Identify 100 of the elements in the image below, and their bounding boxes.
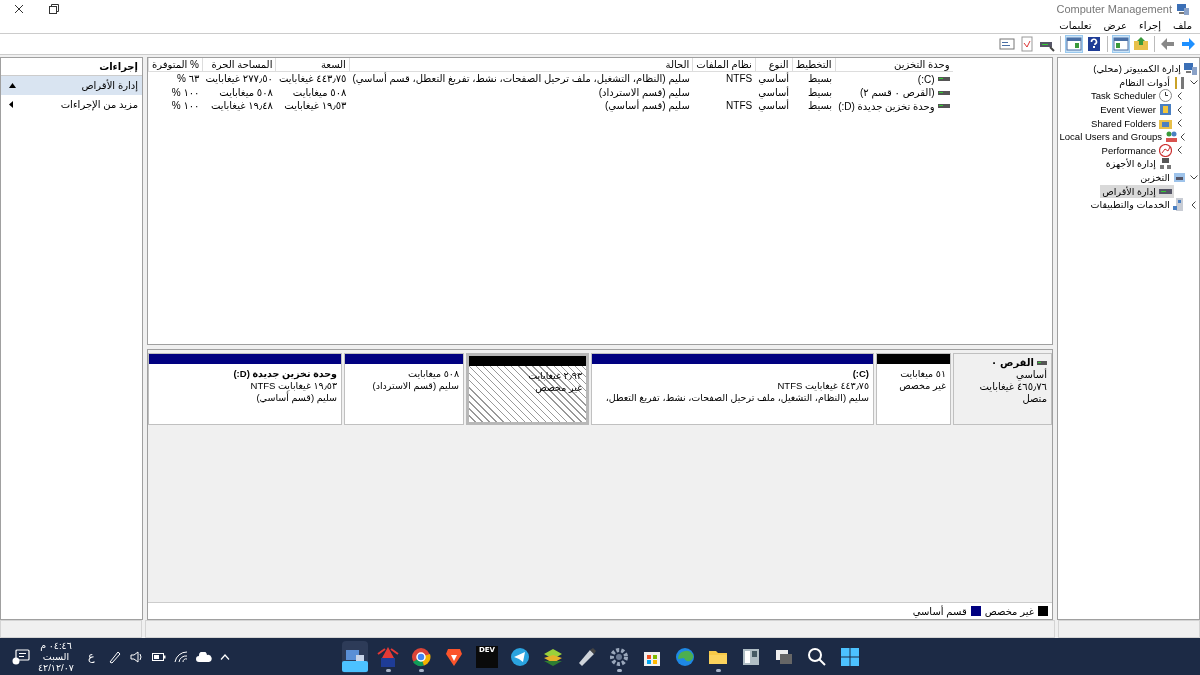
partition-block[interactable]: ٥٠٨ ميغابايت سليم (قسم الاسترداد) — [344, 353, 464, 425]
volume-icon[interactable] — [130, 649, 145, 664]
partition-detail: ٤٤٣٫٧٥ غيغابايت NTFS — [776, 380, 869, 392]
collapsed-chevron-icon[interactable] — [1177, 119, 1182, 128]
column-header[interactable]: التخطيط — [792, 58, 836, 72]
toolbar-forward-button[interactable] — [1179, 35, 1197, 53]
table-cell: ١٩٫٤٨ غيغابايت — [210, 99, 273, 113]
tree-item[interactable]: Task Scheduler — [1089, 89, 1174, 103]
action-link[interactable]: مزيد من الإجراءات — [1, 95, 142, 114]
collapsed-chevron-icon[interactable] — [1180, 132, 1185, 141]
column-header[interactable]: وحدة التخزين — [835, 58, 953, 72]
tree-item[interactable]: Shared Folders — [1089, 116, 1174, 130]
table-cell: ٥٠٨ ميغابايت — [292, 85, 347, 99]
tree-item[interactable]: الخدمات والتطبيقات — [1088, 198, 1188, 212]
partition-block[interactable]: وحدة تخزين جديدة (D:) ١٩٫٥٣ غيغابايت NTFS سليم (قسم أساسي) — [148, 353, 342, 425]
disk-status: متصل — [1021, 393, 1047, 405]
partition-detail: ١٩٫٥٣ غيغابايت NTFS — [249, 380, 337, 392]
clock[interactable]: ٠٤:٤٦ م السبت ٤٢/١٢/٠٧ — [38, 640, 74, 673]
clock-icon — [1159, 89, 1172, 103]
table-cell: (القرص ٠ قسم ٢) — [859, 86, 935, 99]
wifi-icon[interactable] — [174, 650, 189, 663]
app-icon — [410, 645, 432, 668]
table-cell: ١٠٠ % — [171, 85, 200, 99]
partition-detail: غير مخصص — [534, 382, 582, 394]
actions-section-header[interactable]: إدارة الأقراص — [1, 76, 142, 95]
partition-title: (C:) — [851, 368, 869, 380]
action-label: إدارة الأقراص — [81, 80, 138, 91]
app-icon — [674, 645, 696, 668]
table-cell: أساسي — [758, 85, 790, 99]
expand-caret-icon — [9, 101, 13, 108]
collapsed-chevron-icon[interactable] — [1177, 92, 1182, 100]
tree-item[interactable]: إدارة الأقراص — [1100, 184, 1174, 198]
collapsed-chevron-icon[interactable] — [1177, 105, 1182, 114]
taskbar-computer-management-button[interactable] — [342, 640, 368, 673]
expanded-chevron-icon[interactable] — [1189, 79, 1198, 85]
cloud-icon[interactable] — [196, 651, 213, 662]
menu-item[interactable]: تعليمات — [1059, 19, 1092, 31]
partition-detail: سليم (النظام، التشغيل، ملف ترحيل الصفحات، نشط، تفريغ التعطل، — [604, 392, 869, 404]
computer-management-icon — [1176, 1, 1190, 16]
column-header[interactable]: النوع — [755, 58, 793, 72]
table-cell: سليم (قسم الاسترداد) — [598, 85, 690, 99]
toolbar-help-button[interactable] — [1085, 35, 1103, 53]
partition-detail: غير مخصص — [898, 380, 946, 392]
toolbar-properties-button[interactable] — [998, 35, 1016, 53]
table-cell: سليم (قسم أساسي) — [604, 99, 690, 113]
battery-icon[interactable] — [152, 651, 167, 662]
collapsed-chevron-icon[interactable] — [1177, 146, 1182, 155]
table-cell: ٢٧٧٫٥٠ غيغابايت — [205, 72, 273, 86]
tree-item[interactable]: Local Users and Groups — [1058, 130, 1180, 144]
tree-item[interactable]: Performance — [1099, 143, 1174, 157]
partition-block[interactable]: ٢٫٩٣ غيغابايت غير مخصص — [466, 353, 589, 425]
close-icon[interactable] — [14, 3, 24, 14]
tree-item[interactable]: إدارة الأجهزة — [1103, 157, 1174, 171]
chevron-up-icon[interactable] — [220, 653, 231, 660]
perf-icon — [1159, 143, 1172, 157]
toolbar-action-pane-button[interactable] — [1065, 35, 1083, 53]
volume-icon — [937, 89, 950, 96]
tools-icon — [1173, 75, 1186, 89]
tree-item[interactable]: Event Viewer — [1098, 103, 1174, 117]
input-language-button[interactable]: ع — [87, 650, 95, 663]
tree-item[interactable]: التخزين — [1138, 171, 1188, 185]
app-icon — [806, 645, 828, 668]
table-cell: سليم (النظام، التشغيل، ملف ترحيل الصفحات، نشط، تفريغ التعطل، قسم أساسي) — [352, 72, 690, 86]
column-header[interactable]: نظام الملفات — [692, 58, 756, 72]
table-cell: بسيط — [807, 85, 833, 99]
volume-icon — [937, 76, 950, 82]
disk-type: أساسي — [1016, 369, 1047, 381]
menu-item[interactable]: إجراء — [1139, 19, 1161, 31]
partition-detail: سليم (قسم أساسي) — [255, 392, 337, 404]
table-cell: ٥٠٨ ميغابايت — [219, 85, 273, 99]
column-header[interactable]: المساحة الحرة — [202, 58, 276, 72]
notification-icon[interactable] — [12, 648, 30, 665]
column-header[interactable]: % المتوفرة — [148, 58, 203, 72]
pen-icon[interactable] — [108, 649, 123, 664]
toolbar-document-button[interactable] — [1018, 35, 1036, 53]
computer-icon — [1184, 62, 1197, 76]
table-cell: NTFS — [726, 72, 753, 86]
tree-item[interactable]: إدارة الكمبيوتر (محلي) — [1091, 62, 1199, 76]
partition-block[interactable]: ٥١ ميغابايت غير مخصص — [876, 353, 951, 425]
column-header[interactable]: الحالة — [349, 58, 693, 72]
tree-item[interactable]: أدوات النظام — [1117, 75, 1188, 89]
toolbar-tree-pane-button[interactable] — [1112, 35, 1130, 53]
menu-item[interactable]: ملف — [1172, 19, 1192, 31]
table-cell: NTFS — [726, 99, 753, 113]
window-title: Computer Management — [1056, 2, 1172, 15]
users-icon — [1165, 130, 1178, 144]
menu-item[interactable]: عرض — [1103, 19, 1127, 31]
collapsed-chevron-icon[interactable] — [1191, 200, 1196, 209]
collapse-caret-icon[interactable] — [9, 83, 16, 88]
restore-icon[interactable] — [49, 3, 59, 14]
expanded-chevron-icon[interactable] — [1189, 175, 1198, 181]
column-header[interactable]: السعة — [275, 58, 350, 72]
partition-detail: ٢٫٩٣ غيغابايت — [527, 370, 582, 382]
partition-detail: ٥١ ميغابايت — [899, 368, 946, 380]
clock-time: ٠٤:٤٦ م — [40, 640, 72, 651]
disk-name: القرص ٠ — [991, 357, 1034, 369]
table-cell: بسيط — [807, 72, 833, 86]
toolbar-up-folder-button[interactable] — [1132, 35, 1150, 53]
action-label: مزيد من الإجراءات — [60, 99, 138, 110]
table-cell-text: أساسي — [758, 72, 790, 85]
